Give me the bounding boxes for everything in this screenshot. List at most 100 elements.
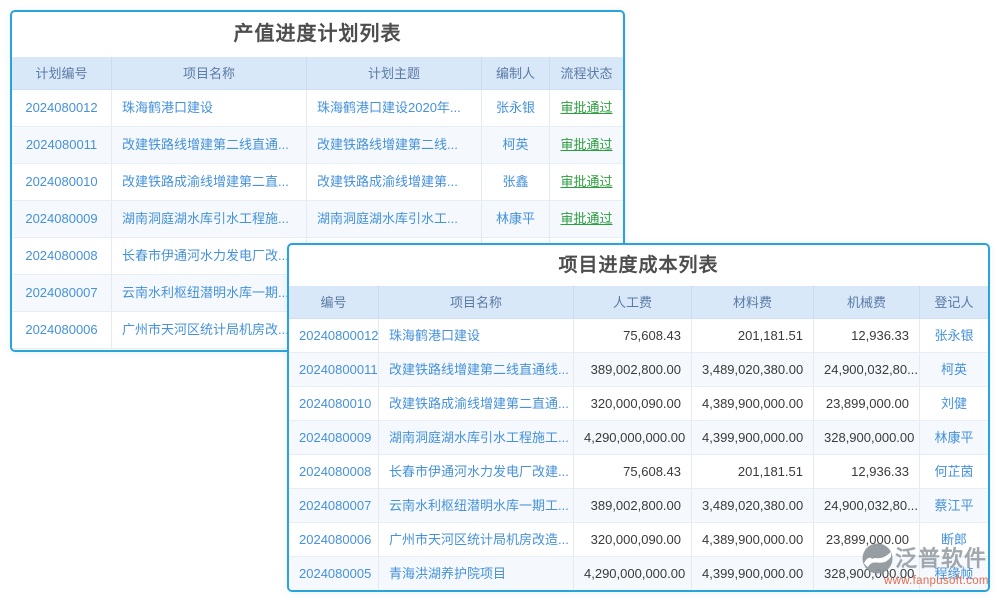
cell-machine: 24,900,032,80...	[814, 489, 920, 523]
cell-labor: 389,002,800.00	[574, 353, 692, 387]
cell-project[interactable]: 广州市天河区统计局机房改造...	[379, 523, 574, 557]
cell-machine: 12,936.33	[814, 319, 920, 353]
table-header-row: 编号项目名称人工费材料费机械费登记人	[289, 286, 988, 319]
cell-project[interactable]: 改建铁路成渝线增建第二直...	[112, 164, 307, 201]
cell-project[interactable]: 长春市伊通河水力发电厂改建...	[379, 455, 574, 489]
cell-material: 201,181.51	[692, 455, 814, 489]
cell-project[interactable]: 长春市伊通河水力发电厂改...	[112, 238, 307, 275]
cell-no[interactable]: 2024080008	[289, 455, 379, 489]
cell-project[interactable]: 云南水利枢纽潜明水库一期...	[112, 275, 307, 312]
cell-compiler[interactable]: 林康平	[482, 201, 550, 238]
column-header-labor: 人工费	[574, 286, 692, 319]
cost-list-card: 项目进度成本列表 编号项目名称人工费材料费机械费登记人20240800012珠海…	[287, 243, 990, 592]
table-row: 2024080010改建铁路成渝线增建第二直...改建铁路成渝线增建第...张鑫…	[12, 164, 623, 201]
cell-status[interactable]: 审批通过	[550, 201, 623, 238]
cell-labor: 320,000,090.00	[574, 523, 692, 557]
cell-registrar[interactable]: 刘健	[920, 387, 988, 421]
cell-subject[interactable]: 湖南洞庭湖水库引水工...	[307, 201, 482, 238]
watermark-url-text: www.fanpusoft.com	[884, 575, 996, 587]
cell-status[interactable]: 审批通过	[550, 127, 623, 164]
column-header-no: 编号	[289, 286, 379, 319]
cell-project[interactable]: 湖南洞庭湖水库引水工程施...	[112, 201, 307, 238]
cell-status[interactable]: 审批通过	[550, 90, 623, 127]
cell-no[interactable]: 2024080006	[289, 523, 379, 557]
cell-plan_no[interactable]: 2024080008	[12, 238, 112, 275]
cell-material: 4,399,900,000.00	[692, 421, 814, 455]
cell-machine: 12,936.33	[814, 455, 920, 489]
cell-status[interactable]: 审批通过	[550, 164, 623, 201]
column-header-project: 项目名称	[112, 57, 307, 90]
cell-labor: 320,000,090.00	[574, 387, 692, 421]
cell-compiler[interactable]: 柯英	[482, 127, 550, 164]
fanpu-watermark: 泛普软件 www.fanpusoft.com	[862, 543, 996, 593]
column-header-subject: 计划主题	[307, 57, 482, 90]
cell-no[interactable]: 2024080007	[289, 489, 379, 523]
table-row: 2024080011改建铁路线增建第二线直通...改建铁路线增建第二线...柯英…	[12, 127, 623, 164]
cell-material: 4,389,900,000.00	[692, 523, 814, 557]
table-header-row: 计划编号项目名称计划主题编制人流程状态	[12, 57, 623, 90]
table-row: 20240800011改建铁路线增建第二线直通线...389,002,800.0…	[289, 353, 988, 387]
cell-material: 3,489,020,380.00	[692, 353, 814, 387]
cell-material: 4,399,900,000.00	[692, 557, 814, 591]
cell-subject[interactable]: 珠海鹤港口建设2020年...	[307, 90, 482, 127]
cell-plan_no[interactable]: 2024080007	[12, 275, 112, 312]
cell-project[interactable]: 改建铁路线增建第二线直通...	[112, 127, 307, 164]
table-row: 2024080009湖南洞庭湖水库引水工程施...湖南洞庭湖水库引水工...林康…	[12, 201, 623, 238]
watermark-brand-text: 泛普软件	[895, 544, 987, 574]
cell-plan_no[interactable]: 2024080009	[12, 201, 112, 238]
cell-no[interactable]: 2024080010	[289, 387, 379, 421]
cost-list-title: 项目进度成本列表	[289, 245, 988, 286]
column-header-project: 项目名称	[379, 286, 574, 319]
column-header-registrar: 登记人	[920, 286, 988, 319]
cell-registrar[interactable]: 张永银	[920, 319, 988, 353]
cell-machine: 24,900,032,80...	[814, 353, 920, 387]
cell-labor: 75,608.43	[574, 319, 692, 353]
cell-project[interactable]: 广州市天河区统计局机房改...	[112, 312, 307, 349]
column-header-material: 材料费	[692, 286, 814, 319]
cell-project[interactable]: 云南水利枢纽潜明水库一期工...	[379, 489, 574, 523]
fanpu-logo-icon	[862, 543, 893, 574]
cell-project[interactable]: 改建铁路成渝线增建第二直通...	[379, 387, 574, 421]
cell-no[interactable]: 20240800012	[289, 319, 379, 353]
cell-registrar[interactable]: 蔡江平	[920, 489, 988, 523]
column-header-status: 流程状态	[550, 57, 623, 90]
cell-plan_no[interactable]: 2024080011	[12, 127, 112, 164]
table-row: 2024080007云南水利枢纽潜明水库一期工...389,002,800.00…	[289, 489, 988, 523]
cell-material: 201,181.51	[692, 319, 814, 353]
cell-labor: 75,608.43	[574, 455, 692, 489]
cell-subject[interactable]: 改建铁路线增建第二线...	[307, 127, 482, 164]
cell-no[interactable]: 2024080005	[289, 557, 379, 591]
cell-project[interactable]: 珠海鹤港口建设	[112, 90, 307, 127]
cell-subject[interactable]: 改建铁路成渝线增建第...	[307, 164, 482, 201]
cell-plan_no[interactable]: 2024080010	[12, 164, 112, 201]
cell-project[interactable]: 改建铁路线增建第二线直通线...	[379, 353, 574, 387]
cell-labor: 389,002,800.00	[574, 489, 692, 523]
cell-registrar[interactable]: 何芷茵	[920, 455, 988, 489]
cell-machine: 328,900,000.00	[814, 421, 920, 455]
table-row: 2024080010改建铁路成渝线增建第二直通...320,000,090.00…	[289, 387, 988, 421]
cell-project[interactable]: 湖南洞庭湖水库引水工程施工...	[379, 421, 574, 455]
cell-plan_no[interactable]: 2024080012	[12, 90, 112, 127]
table-row: 2024080012珠海鹤港口建设珠海鹤港口建设2020年...张永银审批通过	[12, 90, 623, 127]
cell-labor: 4,290,000,000.00	[574, 557, 692, 591]
table-row: 2024080009湖南洞庭湖水库引水工程施工...4,290,000,000.…	[289, 421, 988, 455]
cell-compiler[interactable]: 张永银	[482, 90, 550, 127]
cell-plan_no[interactable]: 2024080006	[12, 312, 112, 349]
cell-project[interactable]: 青海洪湖养护院项目	[379, 557, 574, 591]
cell-registrar[interactable]: 林康平	[920, 421, 988, 455]
cell-no[interactable]: 2024080009	[289, 421, 379, 455]
table-row: 2024080008长春市伊通河水力发电厂改建...75,608.43201,1…	[289, 455, 988, 489]
plan-list-title: 产值进度计划列表	[12, 12, 623, 57]
cell-registrar[interactable]: 柯英	[920, 353, 988, 387]
cell-material: 3,489,020,380.00	[692, 489, 814, 523]
cell-material: 4,389,900,000.00	[692, 387, 814, 421]
column-header-plan_no: 计划编号	[12, 57, 112, 90]
cell-compiler[interactable]: 张鑫	[482, 164, 550, 201]
cell-machine: 23,899,000.00	[814, 387, 920, 421]
cell-project[interactable]: 珠海鹤港口建设	[379, 319, 574, 353]
cell-no[interactable]: 20240800011	[289, 353, 379, 387]
cell-labor: 4,290,000,000.00	[574, 421, 692, 455]
table-row: 20240800012珠海鹤港口建设75,608.43201,181.5112,…	[289, 319, 988, 353]
column-header-machine: 机械费	[814, 286, 920, 319]
column-header-compiler: 编制人	[482, 57, 550, 90]
